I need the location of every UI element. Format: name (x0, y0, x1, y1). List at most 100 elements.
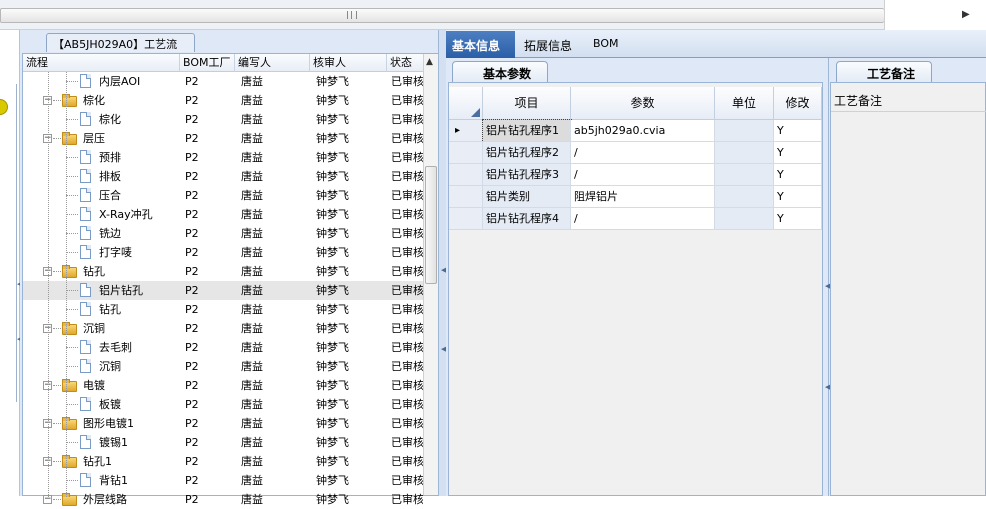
column-header-param[interactable]: 参数 (571, 87, 715, 120)
column-header-unit[interactable]: 单位 (715, 87, 774, 120)
tree-row[interactable]: 板镀 P2 唐益 钟梦飞 已审核 (23, 395, 423, 414)
column-header-modify[interactable]: 修改 (774, 87, 822, 120)
tree-row[interactable]: − 层压 P2 唐益 钟梦飞 已审核 (23, 129, 423, 148)
cell-item[interactable]: 铝片钻孔程序3 (483, 164, 571, 186)
tree-line (53, 385, 61, 386)
cell-reviewer: 钟梦飞 (316, 132, 349, 145)
cell-reviewer: 钟梦飞 (316, 113, 349, 126)
tree-row[interactable]: − 钻孔1 P2 唐益 钟梦飞 已审核 (23, 452, 423, 471)
tree-line (48, 72, 49, 497)
cell-status: 已审核 (391, 379, 423, 392)
column-header-item[interactable]: 项目 (483, 87, 571, 120)
basic-params-tab[interactable]: 基本参数 (452, 61, 548, 82)
vertical-scrollbar[interactable]: ▲ (423, 54, 438, 495)
cell-item[interactable]: 铝片钻孔程序4 (483, 208, 571, 230)
cell-flow-name: X-Ray冲孔 (99, 208, 153, 221)
collapsed-side-panel: ◀ ◀ (0, 30, 22, 496)
tree-row[interactable]: 镀锡1 P2 唐益 钟梦飞 已审核 (23, 433, 423, 452)
cell-status: 已审核 (391, 170, 423, 183)
tree-row[interactable]: 排板 P2 唐益 钟梦飞 已审核 (23, 167, 423, 186)
cell-unit[interactable] (715, 208, 774, 230)
cell-modify[interactable]: Y (774, 120, 822, 142)
tab-basic-info[interactable]: 基本信息 (446, 31, 515, 58)
cell-reviewer: 钟梦飞 (316, 246, 349, 259)
tree-row[interactable]: − 图形电镀1 P2 唐益 钟梦飞 已审核 (23, 414, 423, 433)
cell-item[interactable]: 铝片类别 (483, 186, 571, 208)
tree-row[interactable]: 压合 P2 唐益 钟梦飞 已审核 (23, 186, 423, 205)
cell-item[interactable]: 铝片钻孔程序1 (482, 119, 572, 143)
folder-icon (62, 493, 77, 506)
tree-row[interactable]: − 电镀 P2 唐益 钟梦飞 已审核 (23, 376, 423, 395)
cell-flow-name: 排板 (99, 170, 121, 183)
cell-bom-factory: P2 (185, 303, 199, 316)
tree-line (53, 328, 61, 329)
column-header-flow[interactable]: 流程 (23, 54, 180, 72)
tree-row[interactable]: − 沉铜 P2 唐益 钟梦飞 已审核 (23, 319, 423, 338)
column-header-reviewer[interactable]: 核审人 (310, 54, 387, 72)
cell-unit[interactable] (715, 142, 774, 164)
document-icon (80, 226, 91, 240)
tree-row[interactable]: 打字唛 P2 唐益 钟梦飞 已审核 (23, 243, 423, 262)
tab-extended-info[interactable]: 拓展信息 (524, 37, 572, 54)
tree-row[interactable]: 沉铜 P2 唐益 钟梦飞 已审核 (23, 357, 423, 376)
scrollbar-thumb[interactable] (1, 9, 884, 22)
column-header-author[interactable]: 编写人 (235, 54, 310, 72)
cell-modify[interactable]: Y (774, 186, 822, 208)
tree-row[interactable]: − 钻孔 P2 唐益 钟梦飞 已审核 (23, 262, 423, 281)
splitter-arrow-icon[interactable]: ◀ (825, 282, 830, 290)
cell-bom-factory: P2 (185, 246, 199, 259)
tree-row[interactable]: 铣边 P2 唐益 钟梦飞 已审核 (23, 224, 423, 243)
cell-modify[interactable]: Y (774, 208, 822, 230)
tree-row[interactable]: 去毛刺 P2 唐益 钟梦飞 已审核 (23, 338, 423, 357)
splitter-arrow-icon[interactable]: ◀ (441, 345, 446, 353)
document-icon (80, 302, 91, 316)
folder-icon (62, 132, 77, 145)
cell-reviewer: 钟梦飞 (316, 75, 349, 88)
cell-modify[interactable]: Y (774, 142, 822, 164)
column-header-status[interactable]: 状态 (387, 54, 425, 72)
tree-row[interactable]: − 棕化 P2 唐益 钟梦飞 已审核 (23, 91, 423, 110)
cell-author: 唐益 (241, 322, 263, 335)
scrollbar-thumb[interactable] (425, 166, 437, 284)
cell-flow-name: 层压 (83, 132, 105, 145)
horizontal-scrollbar[interactable] (0, 8, 884, 23)
process-flow-tab[interactable]: 【AB5JH029A0】工艺流程 (46, 33, 195, 67)
cell-item[interactable]: 铝片钻孔程序2 (483, 142, 571, 164)
scroll-up-arrow-icon[interactable]: ▲ (426, 57, 433, 67)
scroll-right-arrow-icon[interactable]: ▶ (962, 9, 970, 20)
cell-param[interactable]: / (571, 164, 715, 186)
cell-unit[interactable] (715, 164, 774, 186)
cell-unit[interactable] (715, 120, 774, 142)
tree-row[interactable]: − 外层线路 P2 唐益 钟梦飞 已审核 (23, 490, 423, 509)
tree-line (66, 119, 78, 120)
cell-bom-factory: P2 (185, 474, 199, 487)
tree-row[interactable]: 内层AOI P2 唐益 钟梦飞 已审核 (23, 72, 423, 91)
cell-reviewer: 钟梦飞 (316, 341, 349, 354)
tab-bom[interactable]: BOM (593, 37, 619, 50)
cell-param[interactable]: / (571, 142, 715, 164)
cell-bom-factory: P2 (185, 379, 199, 392)
tree-line (66, 366, 78, 367)
tree-row[interactable]: 预排 P2 唐益 钟梦飞 已审核 (23, 148, 423, 167)
tree-row[interactable]: X-Ray冲孔 P2 唐益 钟梦飞 已审核 (23, 205, 423, 224)
cell-param[interactable]: ab5jh029a0.cvia (571, 120, 715, 142)
params-grid: 项目 参数 单位 修改 ▸ 铝片钻孔程序1 ab5jh029a0.cvia Y 铝片钻孔… (448, 82, 823, 496)
cell-status: 已审核 (391, 322, 423, 335)
tree-row[interactable]: 棕化 P2 唐益 钟梦飞 已审核 (23, 110, 423, 129)
cell-unit[interactable] (715, 186, 774, 208)
tree-row[interactable]: 钻孔 P2 唐益 钟梦飞 已审核 (23, 300, 423, 319)
splitter-arrow-icon[interactable]: ◀ (825, 383, 830, 391)
splitter-arrow-icon[interactable]: ◀ (441, 266, 446, 274)
cell-param[interactable]: / (571, 208, 715, 230)
folder-icon (62, 417, 77, 430)
column-header-bom-factory[interactable]: BOM工厂 (180, 54, 235, 72)
process-notes-tab[interactable]: 工艺备注 (836, 61, 932, 82)
document-icon (80, 435, 91, 449)
cell-modify[interactable]: Y (774, 164, 822, 186)
toolbar-end (884, 0, 986, 30)
cell-status: 已审核 (391, 474, 423, 487)
cell-param[interactable]: 阻焊铝片 (571, 186, 715, 208)
cell-author: 唐益 (241, 208, 263, 221)
tree-row[interactable]: 背钻1 P2 唐益 钟梦飞 已审核 (23, 471, 423, 490)
tree-row[interactable]: 铝片钻孔 P2 唐益 钟梦飞 已审核 (23, 281, 423, 300)
